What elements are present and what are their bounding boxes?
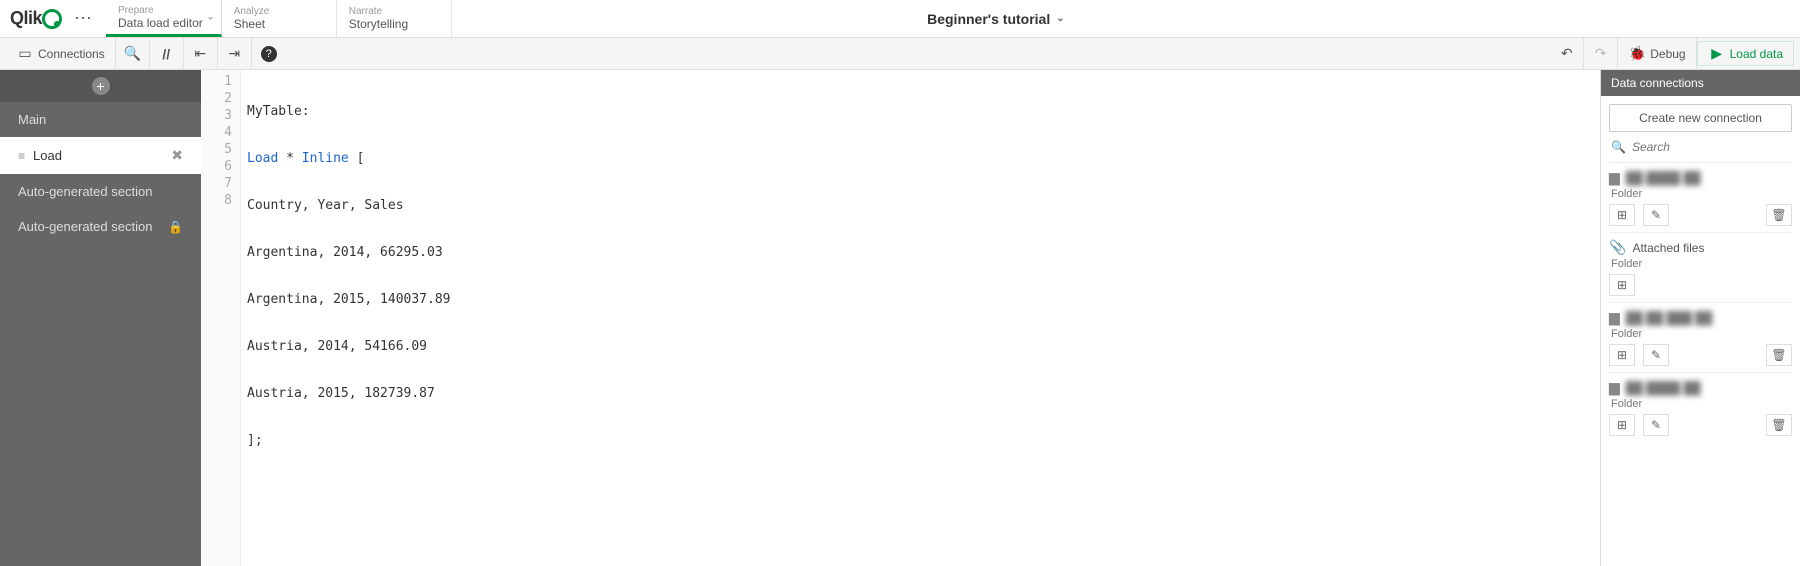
- main-content: + Main ≡ Load ✖ Auto-generated section A…: [0, 70, 1800, 566]
- undo-icon: ↶: [1558, 45, 1576, 62]
- select-data-button[interactable]: ⊞: [1609, 344, 1635, 366]
- edit-connection-button[interactable]: ✎: [1643, 204, 1669, 226]
- plus-icon: +: [92, 77, 110, 95]
- section-load[interactable]: ≡ Load ✖: [0, 137, 201, 174]
- section-label: Auto-generated section: [18, 219, 152, 234]
- script-sections-panel: + Main ≡ Load ✖ Auto-generated section A…: [0, 70, 201, 566]
- section-main[interactable]: Main: [0, 102, 201, 137]
- tab-analyze[interactable]: Analyze Sheet: [222, 0, 337, 37]
- indent-icon: ⇤: [191, 45, 209, 62]
- section-label: Main: [18, 112, 46, 127]
- nav-tabs: Prepare Data load editor ⌄ Analyze Sheet…: [106, 0, 452, 37]
- folder-icon: ▆: [1609, 169, 1620, 186]
- chevron-down-icon: ⌄: [1056, 13, 1064, 24]
- connection-search[interactable]: 🔍: [1609, 132, 1792, 162]
- section-autogen-2[interactable]: Auto-generated section 🔒: [0, 209, 201, 244]
- select-data-button[interactable]: ⊞: [1609, 274, 1635, 296]
- edit-connection-button[interactable]: ✎: [1643, 344, 1669, 366]
- search-icon: 🔍: [1611, 140, 1626, 154]
- connection-name: ██ ██ ███ ██: [1626, 311, 1713, 325]
- data-connections-panel: Data connections Create new connection 🔍…: [1600, 70, 1800, 566]
- outdent-button[interactable]: ⇥: [218, 38, 252, 69]
- tab-prepare[interactable]: Prepare Data load editor ⌄: [106, 0, 222, 37]
- delete-connection-button[interactable]: 🗑: [1766, 344, 1792, 366]
- attachment-icon: 📎: [1609, 239, 1626, 256]
- chevron-down-icon[interactable]: ⌄: [206, 12, 214, 23]
- tab-small-label: Analyze: [234, 6, 318, 17]
- more-menu-icon[interactable]: ⋯: [70, 8, 96, 29]
- code-editor[interactable]: 1 2 3 4 5 6 7 8 MyTable: Load * Inline […: [201, 70, 1600, 566]
- tab-small-label: Prepare: [118, 5, 203, 16]
- debug-button[interactable]: 🐞 Debug: [1618, 38, 1696, 69]
- connections-panel-toggle[interactable]: ▭ Connections: [6, 38, 116, 69]
- section-label: Load: [33, 148, 62, 163]
- redo-icon: ↷: [1592, 45, 1610, 62]
- load-data-button[interactable]: ▶ Load data: [1697, 41, 1794, 66]
- top-header: Qlik ⋯ Prepare Data load editor ⌄ Analyz…: [0, 0, 1800, 38]
- help-icon: ?: [261, 46, 277, 62]
- header-right-spacer: [1540, 0, 1800, 37]
- bug-icon: 🐞: [1628, 45, 1646, 62]
- data-connections-title: Data connections: [1601, 70, 1800, 96]
- connection-type: Folder: [1609, 258, 1792, 270]
- edit-connection-button[interactable]: ✎: [1643, 414, 1669, 436]
- lock-icon: 🔒: [168, 220, 183, 234]
- delete-connection-button[interactable]: 🗑: [1766, 414, 1792, 436]
- comment-icon: //: [157, 46, 175, 62]
- undo-button[interactable]: ↶: [1550, 38, 1584, 69]
- tab-main-label: Data load editor: [118, 16, 203, 30]
- select-data-button[interactable]: ⊞: [1609, 204, 1635, 226]
- connection-type: Folder: [1609, 188, 1792, 200]
- folder-icon: ▆: [1609, 379, 1620, 396]
- outdent-icon: ⇥: [225, 45, 243, 62]
- tab-narrate[interactable]: Narrate Storytelling: [337, 0, 452, 37]
- connection-item: ▆ ██ ██ ███ ██ Folder ⊞ ✎ 🗑: [1609, 302, 1792, 372]
- qlik-logo: Qlik: [10, 8, 62, 29]
- qlik-logo-text: Qlik: [10, 8, 42, 29]
- code-content[interactable]: MyTable: Load * Inline [ Country, Year, …: [241, 70, 1600, 566]
- logo-area: Qlik ⋯: [0, 0, 106, 37]
- connection-type: Folder: [1609, 398, 1792, 410]
- play-icon: ▶: [1708, 45, 1726, 62]
- folder-icon: ▆: [1609, 309, 1620, 326]
- qlik-q-icon: [42, 9, 62, 29]
- create-connection-button[interactable]: Create new connection: [1609, 104, 1792, 132]
- connection-item: 📎 Attached files Folder ⊞: [1609, 232, 1792, 302]
- drag-handle-icon[interactable]: ≡: [18, 149, 25, 163]
- tab-main-label: Sheet: [234, 17, 318, 31]
- connection-name: ██ ████ ██: [1626, 171, 1701, 185]
- load-label: Load data: [1730, 47, 1783, 61]
- connection-search-input[interactable]: [1632, 140, 1790, 154]
- help-button[interactable]: ?: [252, 38, 286, 69]
- close-icon[interactable]: ✖: [171, 147, 183, 164]
- connection-item: ▆ ██ ████ ██ Folder ⊞ ✎ 🗑: [1609, 162, 1792, 232]
- search-icon: 🔍: [123, 45, 141, 62]
- line-gutter: 1 2 3 4 5 6 7 8: [201, 70, 241, 566]
- app-title-text: Beginner's tutorial: [927, 11, 1050, 27]
- section-label: Auto-generated section: [18, 184, 152, 199]
- connection-type: Folder: [1609, 328, 1792, 340]
- tab-small-label: Narrate: [349, 6, 433, 17]
- connection-name: Attached files: [1632, 241, 1704, 255]
- tab-main-label: Storytelling: [349, 17, 433, 31]
- app-title[interactable]: Beginner's tutorial ⌄: [452, 0, 1540, 37]
- select-data-button[interactable]: ⊞: [1609, 414, 1635, 436]
- comment-toggle-button[interactable]: //: [150, 38, 184, 69]
- add-section-button[interactable]: +: [0, 70, 201, 102]
- delete-connection-button[interactable]: 🗑: [1766, 204, 1792, 226]
- connection-item: ▆ ██ ████ ██ Folder ⊞ ✎ 🗑: [1609, 372, 1792, 442]
- indent-button[interactable]: ⇤: [184, 38, 218, 69]
- connections-label: Connections: [38, 47, 105, 61]
- connection-name: ██ ████ ██: [1626, 381, 1701, 395]
- panel-icon: ▭: [16, 45, 34, 62]
- section-autogen-1[interactable]: Auto-generated section: [0, 174, 201, 209]
- search-button[interactable]: 🔍: [116, 38, 150, 69]
- debug-label: Debug: [1650, 47, 1685, 61]
- editor-toolbar: ▭ Connections 🔍 // ⇤ ⇥ ? ↶ ↷ 🐞 Debug: [0, 38, 1800, 70]
- redo-button[interactable]: ↷: [1584, 38, 1618, 69]
